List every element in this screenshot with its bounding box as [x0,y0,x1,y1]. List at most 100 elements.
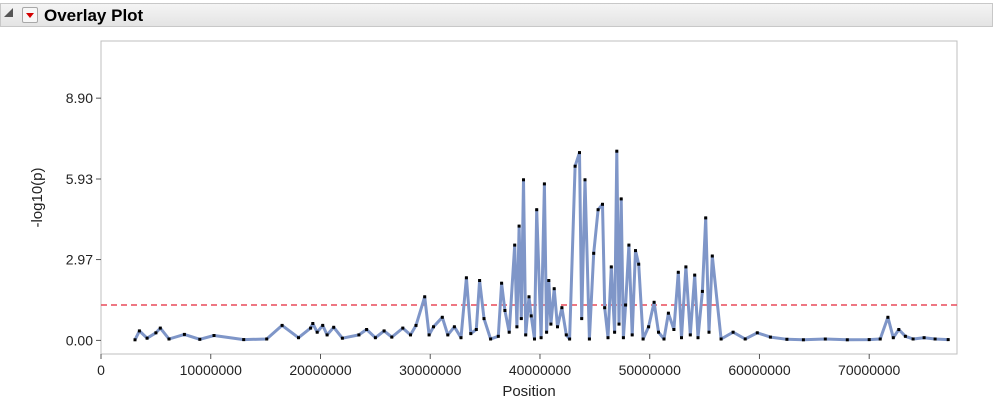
data-point[interactable] [265,337,269,341]
data-point[interactable] [719,337,723,341]
data-point[interactable] [731,330,735,334]
data-point[interactable] [688,333,692,337]
data-point[interactable] [452,325,456,329]
data-point[interactable] [603,306,607,310]
data-point[interactable] [922,336,926,340]
data-point[interactable] [409,333,412,337]
data-point[interactable] [469,332,473,336]
data-point[interactable] [464,276,468,280]
data-point[interactable] [700,289,704,293]
data-point[interactable] [552,287,556,291]
data-point[interactable] [482,317,486,321]
data-point[interactable] [601,202,604,206]
data-point[interactable] [556,325,559,329]
data-point[interactable] [539,336,543,340]
data-point[interactable] [500,281,504,285]
data-point[interactable] [145,336,149,340]
data-point[interactable] [242,338,246,342]
data-point[interactable] [627,243,631,247]
data-point[interactable] [503,309,507,312]
data-point[interactable] [634,249,637,253]
data-point[interactable] [390,335,394,339]
data-point[interactable] [547,279,551,282]
data-point[interactable] [583,178,587,182]
data-point[interactable] [297,336,300,340]
data-point[interactable] [710,254,714,258]
data-point[interactable] [373,336,377,340]
data-point[interactable] [549,322,553,326]
data-point[interactable] [198,337,202,341]
data-point[interactable] [657,330,660,334]
data-point[interactable] [867,338,871,342]
data-point[interactable] [768,335,772,339]
data-point[interactable] [427,333,431,337]
data-point[interactable] [158,326,162,330]
data-point[interactable] [423,295,427,299]
data-point[interactable] [911,337,915,341]
data-point[interactable] [573,164,577,168]
data-point[interactable] [707,330,711,334]
data-point[interactable] [693,273,697,277]
data-point[interactable] [446,333,450,337]
data-point[interactable] [666,311,670,315]
data-point[interactable] [564,333,568,337]
data-point[interactable] [801,338,805,342]
data-point[interactable] [507,330,511,334]
data-point[interactable] [321,323,325,327]
data-point[interactable] [167,337,171,341]
data-point[interactable] [609,265,613,269]
data-point[interactable] [845,338,849,342]
data-point[interactable] [587,337,591,341]
data-point[interactable] [332,325,336,329]
data-point[interactable] [617,322,621,326]
data-point[interactable] [743,337,747,341]
data-point[interactable] [524,333,528,337]
data-point[interactable] [886,315,890,319]
data-point[interactable] [755,331,759,335]
data-point[interactable] [311,322,315,325]
data-point[interactable] [619,197,623,201]
data-point[interactable] [680,336,683,340]
data-point[interactable] [315,330,319,334]
data-point[interactable] [580,317,584,321]
data-point[interactable] [596,208,600,212]
data-point[interactable] [878,337,882,341]
data-point[interactable] [897,328,901,331]
data-point[interactable] [891,336,895,340]
data-point[interactable] [182,332,186,336]
data-point[interactable] [624,303,628,307]
data-point[interactable] [517,224,521,228]
data-point[interactable] [823,337,827,341]
data-point[interactable] [325,333,329,337]
data-point[interactable] [606,336,610,340]
data-point[interactable] [684,265,688,269]
data-point[interactable] [440,315,444,319]
data-point[interactable] [613,330,617,334]
data-point[interactable] [592,251,596,255]
data-point[interactable] [637,262,641,266]
data-point[interactable] [478,279,482,282]
data-point[interactable] [647,325,651,329]
data-point[interactable] [309,326,313,330]
data-point[interactable] [568,337,572,341]
data-point[interactable] [672,328,676,331]
data-point[interactable] [432,325,435,329]
data-point[interactable] [662,337,666,341]
data-point[interactable] [133,338,137,342]
data-point[interactable] [785,337,789,341]
data-point[interactable] [414,323,418,327]
data-point[interactable] [535,208,539,212]
data-point[interactable] [474,328,478,331]
data-point[interactable] [137,329,141,333]
data-point[interactable] [340,336,344,340]
data-point[interactable] [513,243,517,247]
data-point[interactable] [630,333,634,337]
data-point[interactable] [401,326,405,330]
data-point[interactable] [621,336,625,340]
data-point[interactable] [154,331,158,335]
data-point[interactable] [542,182,546,186]
data-point[interactable] [519,317,523,321]
data-point[interactable] [933,337,937,341]
data-point[interactable] [496,334,500,338]
data-point[interactable] [280,323,284,327]
